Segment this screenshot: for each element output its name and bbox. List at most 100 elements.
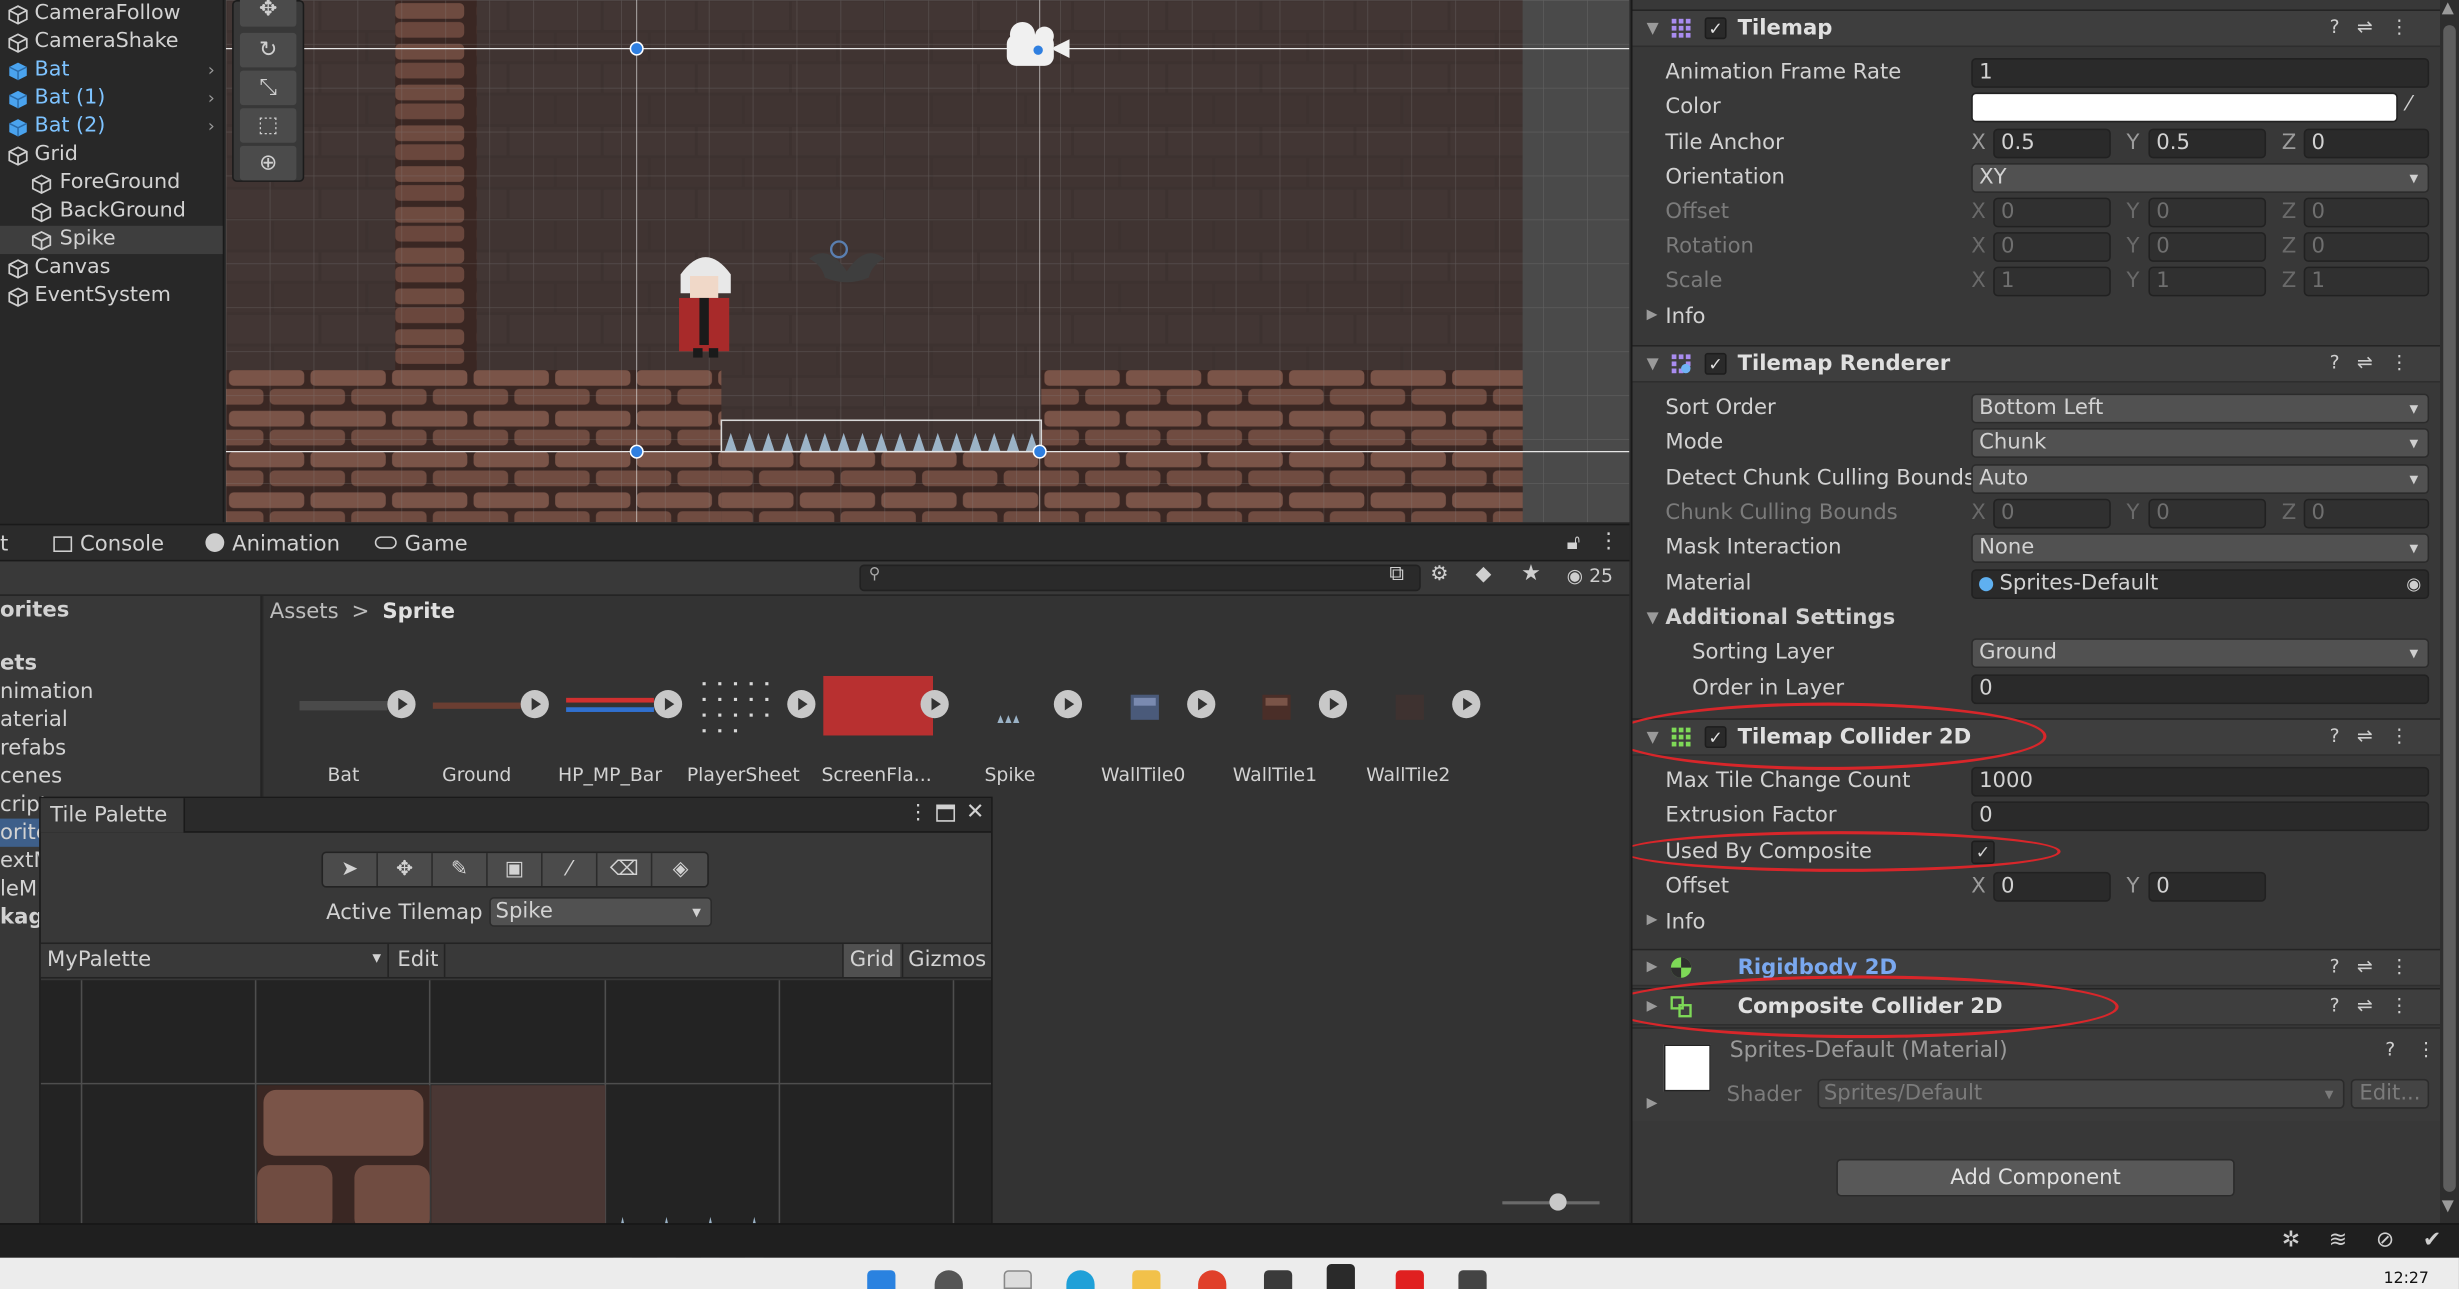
tree-item-prefabs[interactable]: refabs: [0, 734, 66, 762]
foldout-arrow-icon[interactable]: ▶: [1647, 307, 1658, 323]
app-icon[interactable]: [1458, 1270, 1487, 1289]
breadcrumb-sprite[interactable]: Sprite: [382, 599, 455, 624]
hierarchy-item-canvas[interactable]: Canvas: [0, 254, 223, 282]
component-enabled-checkbox[interactable]: ✓: [1704, 17, 1727, 40]
tile-anchor-y-field[interactable]: 0.5: [2148, 128, 2267, 159]
mask-interaction-dropdown[interactable]: None: [1971, 533, 2430, 563]
transform-tool-icon[interactable]: ⊕: [239, 145, 297, 181]
help-icon[interactable]: ?: [2330, 994, 2357, 1016]
additional-settings-foldout[interactable]: Additional Settings: [1665, 605, 1895, 630]
help-icon[interactable]: ?: [2385, 1038, 2395, 1060]
file-explorer-icon[interactable]: [1132, 1270, 1161, 1289]
play-icon[interactable]: [520, 690, 549, 719]
object-picker-icon[interactable]: ◉: [2406, 571, 2421, 598]
move-tool-icon[interactable]: ✥: [239, 0, 297, 27]
help-icon[interactable]: ?: [2330, 351, 2357, 373]
eyedropper-icon[interactable]: ⁄: [2407, 93, 2410, 117]
select-tool-icon[interactable]: ➤: [323, 853, 378, 887]
kebab-menu-icon[interactable]: ⋮: [2390, 16, 2426, 38]
scroll-down-icon[interactable]: ▼: [2442, 1198, 2454, 1215]
hierarchy-item-camerashake[interactable]: CameraShake: [0, 28, 223, 56]
kebab-menu-icon[interactable]: ⋮: [2390, 955, 2426, 977]
chevron-right-icon[interactable]: ›: [208, 113, 215, 141]
favorite-star-icon[interactable]: ★: [1521, 561, 1541, 586]
presets-icon[interactable]: ⇌: [2357, 16, 2390, 38]
tree-item-favorites[interactable]: orites: [0, 596, 69, 624]
foldout-arrow-icon[interactable]: ▼: [1647, 356, 1659, 373]
component-header-tilemap-renderer[interactable]: ▼ ✓ Tilemap Renderer ?⇌⋮: [1632, 345, 2441, 383]
close-icon[interactable]: ✕: [966, 800, 984, 825]
eraser-icon[interactable]: ⌫: [597, 853, 653, 887]
scrollbar-thumb[interactable]: [2443, 25, 2456, 1192]
kebab-menu-icon[interactable]: ⋮: [2390, 994, 2426, 1016]
hierarchy-item-eventsystem[interactable]: EventSystem: [0, 282, 223, 310]
tile-anchor-z-field[interactable]: 0: [2303, 128, 2430, 159]
foldout-arrow-icon[interactable]: ▶: [1647, 960, 1658, 976]
animation-frame-rate-field[interactable]: 1: [1971, 58, 2430, 88]
debug-off-icon[interactable]: ✲: [2282, 1228, 2300, 1253]
foldout-arrow-icon[interactable]: ▼: [1647, 610, 1659, 627]
chevron-right-icon[interactable]: ›: [208, 56, 215, 84]
hierarchy-item-bat-2[interactable]: Bat (2) ›: [0, 113, 223, 141]
breadcrumb-assets[interactable]: Assets: [270, 599, 339, 624]
kebab-menu-icon[interactable]: ⋮: [2390, 351, 2426, 373]
hidden-packages-toggle[interactable]: ◉ 25: [1567, 565, 1613, 587]
unity-icon[interactable]: [1326, 1263, 1355, 1289]
hierarchy-item-camerafollow[interactable]: CameraFollow: [0, 0, 223, 28]
tilemap-info-foldout[interactable]: Info: [1665, 304, 1705, 329]
box-fill-icon[interactable]: ▣: [488, 853, 543, 887]
scene-view[interactable]: [225, 0, 1630, 523]
tab-console[interactable]: Console: [53, 532, 164, 557]
detect-chunk-culling-dropdown[interactable]: Auto: [1971, 464, 2430, 494]
collider-offset-x-field[interactable]: 0: [1993, 871, 2111, 902]
active-tilemap-dropdown[interactable]: Spike ▾: [489, 897, 712, 927]
presets-icon[interactable]: ⇌: [2357, 725, 2390, 747]
app-icon[interactable]: [1395, 1270, 1424, 1289]
hierarchy-item-background[interactable]: BackGround: [0, 198, 223, 226]
play-icon[interactable]: [653, 690, 683, 719]
filter-type-icon[interactable]: ⚙: [1430, 563, 1448, 587]
color-swatch[interactable]: [1971, 92, 2398, 123]
scale-tool-icon[interactable]: ⤡: [239, 70, 297, 106]
foldout-arrow-icon[interactable]: ▶: [1647, 1096, 1658, 1112]
hierarchy-item-bat-1[interactable]: Bat (1) ›: [0, 85, 223, 113]
inspector-scrollbar[interactable]: ▲ ▼: [2440, 0, 2459, 1224]
foldout-arrow-icon[interactable]: ▼: [1647, 20, 1659, 37]
palette-grid-canvas[interactable]: [40, 980, 992, 1258]
material-field[interactable]: Sprites-Default ◉: [1971, 569, 2430, 600]
play-icon[interactable]: [1187, 690, 1216, 719]
palette-grid-toggle[interactable]: Grid: [842, 944, 901, 977]
chrome-icon[interactable]: [1198, 1270, 1227, 1289]
tree-item-assets[interactable]: ets: [0, 649, 37, 677]
play-icon[interactable]: [387, 690, 416, 719]
fill-bucket-icon[interactable]: ◈: [652, 853, 708, 886]
picker-icon[interactable]: ⁄: [543, 853, 598, 887]
collider-info-foldout[interactable]: Info: [1665, 910, 1705, 935]
tree-item-tilemap[interactable]: leM: [0, 875, 37, 903]
presets-icon[interactable]: ⇌: [2357, 955, 2390, 977]
brush-icon[interactable]: ✎: [433, 853, 488, 887]
tree-item-packages[interactable]: kag: [0, 903, 44, 931]
palette-gizmos-toggle[interactable]: Gizmos: [901, 944, 991, 977]
tree-item-material[interactable]: aterial: [0, 706, 68, 734]
tab-animation[interactable]: Animation: [205, 532, 340, 557]
tree-item-scenes[interactable]: cenes: [0, 762, 62, 790]
kebab-menu-icon[interactable]: ⋮: [2417, 1038, 2436, 1060]
maximize-icon[interactable]: [936, 804, 956, 822]
tree-item-animation[interactable]: nimation: [0, 677, 93, 705]
rect-tool-icon[interactable]: ⬚: [239, 108, 297, 143]
sort-order-dropdown[interactable]: Bottom Left: [1971, 393, 2430, 424]
component-enabled-checkbox[interactable]: ✓: [1704, 352, 1727, 375]
search-by-type-icon[interactable]: ⧉: [1389, 563, 1404, 587]
tile-palette-title[interactable]: Tile Palette: [50, 803, 167, 828]
scroll-up-icon[interactable]: ▲: [2442, 0, 2454, 17]
tab-game[interactable]: Game: [374, 532, 468, 557]
kebab-menu-icon[interactable]: ⋮: [2390, 725, 2426, 747]
orientation-dropdown[interactable]: XY: [1971, 163, 2430, 193]
scene-canvas[interactable]: [225, 0, 1630, 523]
kebab-menu-icon[interactable]: ⋮: [908, 801, 928, 825]
hierarchy-item-spike[interactable]: Spike: [0, 225, 223, 255]
slider-handle[interactable]: [1549, 1193, 1567, 1211]
sorting-layer-dropdown[interactable]: Ground: [1971, 638, 2430, 669]
lock-icon[interactable]: 🔓︎: [1567, 530, 1581, 555]
